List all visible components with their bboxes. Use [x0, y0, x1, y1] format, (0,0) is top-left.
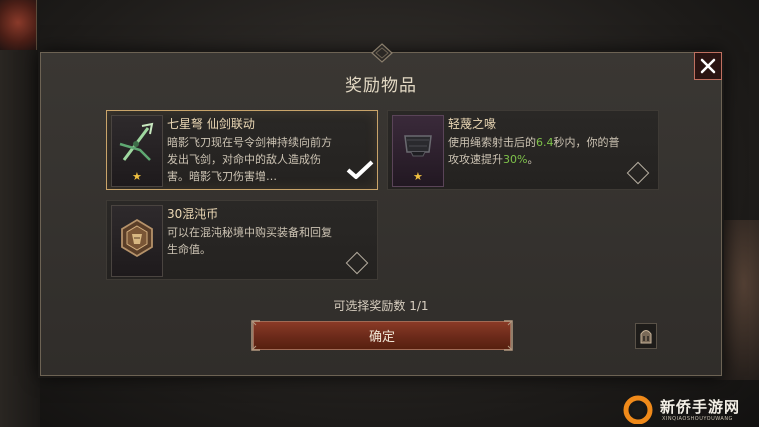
reward-name: 30混沌币 — [167, 207, 219, 221]
reward-description: 使用绳索射击后的6.4秒内，你的普攻攻速提升30%。 — [448, 136, 620, 166]
title-ornament-icon — [371, 43, 393, 63]
star-icon: ★ — [132, 170, 142, 183]
star-icon: ★ — [413, 170, 423, 183]
helmet-button[interactable] — [635, 323, 657, 349]
reward-card-3[interactable]: 30混沌币 可以在混沌秘境中购买装备和回复生命值。 — [106, 200, 378, 280]
chaos-coin-icon — [121, 218, 153, 258]
background-avatar — [0, 0, 37, 50]
close-icon — [700, 58, 716, 74]
checkmark-icon — [346, 160, 374, 179]
selection-count: 可选择奖励数 1/1 — [333, 299, 429, 313]
confirm-button[interactable]: 确定 — [251, 320, 513, 351]
background-left-strip — [0, 0, 40, 427]
reward-dialog: 奖励物品 ★ 七星弩 仙剑联动 暗影飞刀现在号令剑神持续向前方发出飞剑，对命中的… — [40, 43, 722, 376]
watermark-text: 新侨手游网 — [660, 398, 741, 416]
reward-description: 暗影飞刀现在号令剑神持续向前方发出飞剑，对命中的敌人造成伤害。暗影飞刀伤害增… — [167, 136, 332, 183]
item-icon-box — [111, 205, 163, 277]
confirm-button-label: 确定 — [368, 330, 395, 345]
helmet-icon — [640, 330, 652, 344]
dialog-title: 奖励物品 — [345, 76, 417, 96]
reward-card-2[interactable]: ★ 轻蔑之喙 使用绳索射击后的6.4秒内，你的普攻攻速提升30%。 — [387, 110, 659, 190]
item-icon-box: ★ — [392, 115, 444, 187]
button-left-ornament-icon — [251, 320, 260, 351]
reward-name: 轻蔑之喙 — [448, 117, 497, 131]
close-button[interactable] — [694, 52, 722, 80]
select-diamond-icon[interactable] — [626, 161, 650, 185]
watermark: 新侨手游网 XINQIAOSHOUYOUWANG — [618, 392, 759, 427]
select-diamond-icon[interactable] — [345, 251, 369, 275]
watermark-subtext: XINQIAOSHOUYOUWANG — [662, 416, 733, 422]
reward-card-1[interactable]: ★ 七星弩 仙剑联动 暗影飞刀现在号令剑神持续向前方发出飞剑，对命中的敌人造成伤… — [106, 110, 378, 190]
reward-name: 七星弩 仙剑联动 — [167, 117, 255, 131]
watermark-logo-icon — [623, 395, 653, 424]
item-icon-box: ★ — [111, 115, 163, 187]
bracer-icon — [404, 135, 432, 157]
crossbow-icon — [119, 122, 154, 161]
reward-description: 可以在混沌秘境中购买装备和回复生命值。 — [167, 226, 332, 256]
button-right-ornament-icon — [504, 320, 513, 351]
